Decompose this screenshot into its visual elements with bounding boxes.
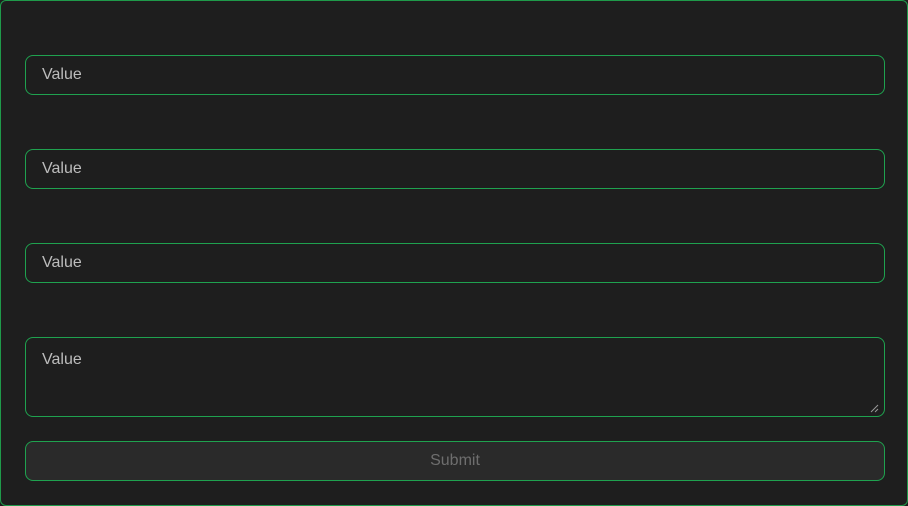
textarea-value: Value — [42, 351, 82, 368]
text-field-2[interactable]: Value — [25, 149, 885, 189]
text-field-1-value: Value — [42, 66, 82, 83]
submit-button[interactable]: Submit — [25, 441, 885, 481]
submit-button-label: Submit — [430, 452, 480, 469]
text-field-1[interactable]: Value — [25, 55, 885, 95]
form-card: Value Value Value Value Submit — [0, 0, 908, 506]
resize-handle-icon[interactable] — [869, 401, 879, 413]
text-field-3-value: Value — [42, 254, 82, 271]
text-field-3[interactable]: Value — [25, 243, 885, 283]
text-field-2-value: Value — [42, 160, 82, 177]
textarea-field[interactable]: Value — [25, 337, 885, 417]
